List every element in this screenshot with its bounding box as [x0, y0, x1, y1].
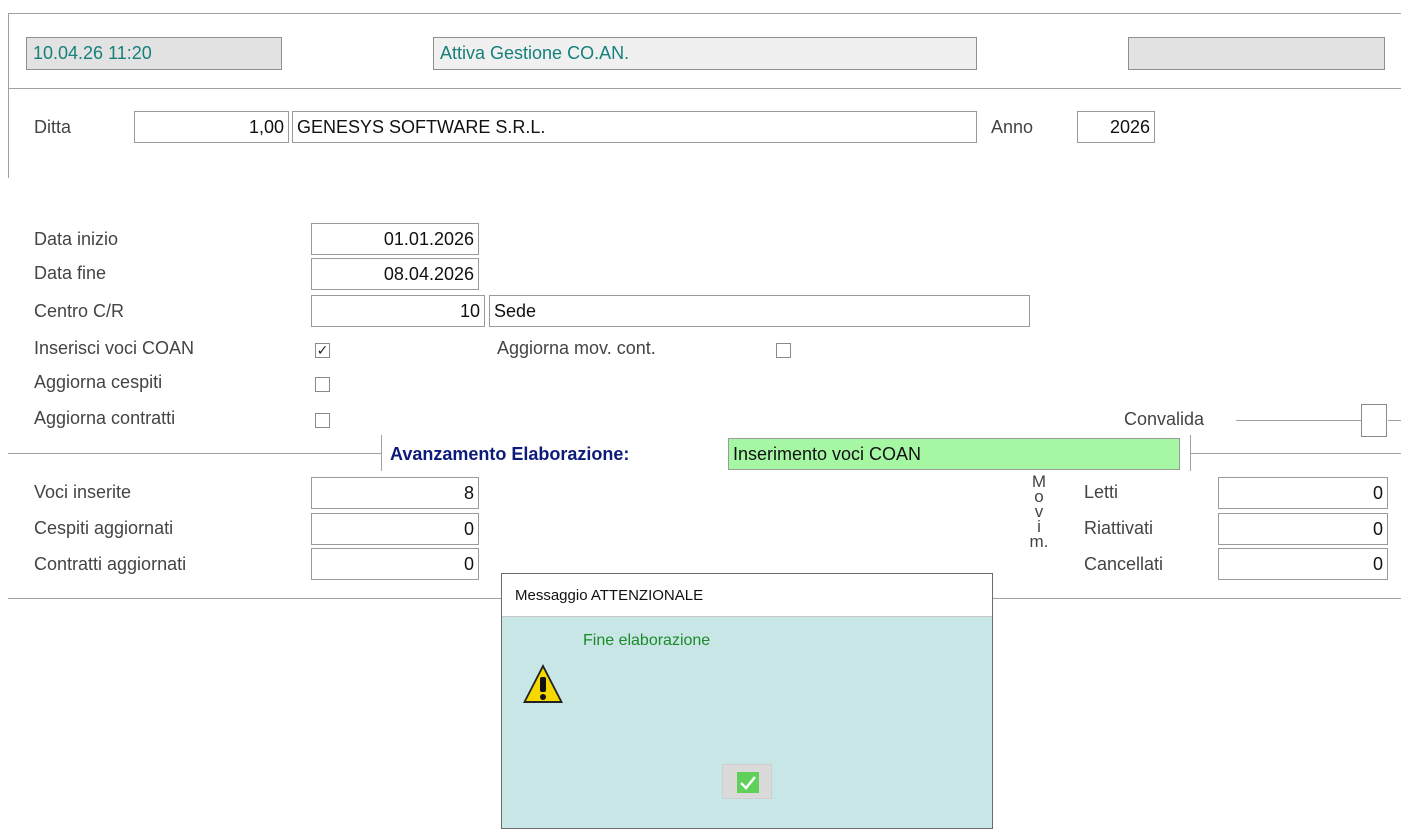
aggiorna-contratti-label: Aggiorna contratti [34, 408, 176, 428]
progress-title: Avanzamento Elaborazione: [390, 444, 630, 464]
aggiorna-mov-label: Aggiorna mov. cont. [497, 338, 656, 358]
anno-label: Anno [991, 117, 1034, 137]
riattivati-label: Riattivati [1084, 518, 1154, 538]
datetime-display: 10.04.26 11:20 [26, 37, 282, 70]
letti-field: 0 [1218, 477, 1388, 509]
data-fine-label: Data fine [34, 263, 107, 283]
convalida-label: Convalida [1124, 409, 1205, 429]
aggiorna-mov-checkbox[interactable] [776, 343, 791, 358]
voci-inserite-field: 8 [311, 477, 479, 509]
check-icon [737, 772, 759, 793]
data-inizio-label: Data inizio [34, 229, 119, 249]
message-dialog: Messaggio ATTENZIONALE Fine elaborazione [501, 573, 993, 829]
centro-name-field[interactable]: Sede [489, 295, 1030, 327]
anno-field[interactable]: 2026 [1077, 111, 1155, 143]
movim-vertical-label: M o v i m. [1029, 472, 1049, 551]
warning-icon [520, 660, 566, 708]
riattivati-field: 0 [1218, 513, 1388, 545]
contratti-aggiornati-field: 0 [311, 548, 479, 580]
cespiti-aggiornati-label: Cespiti aggiornati [34, 518, 174, 538]
ditta-name-field[interactable]: GENESYS SOFTWARE S.R.L. [292, 111, 977, 143]
ditta-label: Ditta [34, 117, 72, 137]
aggiorna-contratti-checkbox[interactable] [315, 413, 330, 428]
aggiorna-cespiti-label: Aggiorna cespiti [34, 372, 163, 392]
right-status-box [1128, 37, 1385, 70]
cancellati-field: 0 [1218, 548, 1388, 580]
checkmark-icon: ✓ [316, 342, 329, 358]
convalida-button[interactable] [1361, 404, 1387, 437]
centro-label: Centro C/R [34, 301, 125, 321]
contratti-aggiornati-label: Contratti aggiornati [34, 554, 187, 574]
inserisci-voci-label: Inserisci voci COAN [34, 338, 195, 358]
ditta-code-field[interactable]: 1,00 [134, 111, 289, 143]
data-inizio-field[interactable]: 01.01.2026 [311, 223, 479, 255]
program-title: Attiva Gestione CO.AN. [433, 37, 977, 70]
dialog-message: Fine elaborazione [583, 632, 711, 649]
aggiorna-cespiti-checkbox[interactable] [315, 377, 330, 392]
cespiti-aggiornati-field: 0 [311, 513, 479, 545]
voci-inserite-label: Voci inserite [34, 482, 132, 502]
centro-code-field[interactable]: 10 [311, 295, 485, 327]
progress-status-field: Inserimento voci COAN [728, 438, 1180, 470]
ok-button[interactable] [722, 764, 772, 799]
inserisci-voci-checkbox[interactable]: ✓ [315, 343, 330, 358]
dialog-title: Messaggio ATTENZIONALE [502, 574, 992, 617]
data-fine-field[interactable]: 08.04.2026 [311, 258, 479, 290]
letti-label: Letti [1084, 482, 1119, 502]
cancellati-label: Cancellati [1084, 554, 1164, 574]
